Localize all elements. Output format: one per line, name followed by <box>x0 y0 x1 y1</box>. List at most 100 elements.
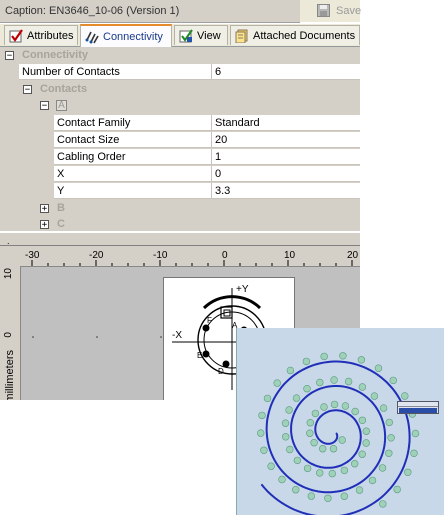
caption-text: Caption: EN3646_10-06 (Version 1) <box>5 5 179 17</box>
spiral-pin <box>341 402 350 410</box>
contact-a-label: A <box>56 100 67 111</box>
spiral-pin <box>311 409 320 418</box>
view-icon <box>179 28 193 42</box>
ruler-vertical: 10 0 millimeters <box>0 266 21 400</box>
contact-group-b[interactable]: + B <box>0 200 360 217</box>
tab-attached-documents-label: Attached Documents <box>253 29 356 42</box>
caption-value: EN3646_10-06 (Version 1) <box>49 5 180 17</box>
spiral-pin <box>350 460 359 468</box>
spiral-pin <box>410 449 418 458</box>
spiral-pin <box>303 464 312 473</box>
pin-label: F <box>207 316 212 325</box>
spiral-pin <box>340 466 349 475</box>
property-value[interactable]: 1 <box>211 149 360 165</box>
spiral-pin <box>263 394 272 403</box>
spiral-pin <box>330 376 338 384</box>
spiral-pin <box>285 406 293 414</box>
property-value[interactable]: 3.3 <box>211 183 360 199</box>
save-icon <box>317 4 330 17</box>
property-name: Cabling Order <box>54 149 211 165</box>
property-value[interactable]: Standard <box>211 115 360 131</box>
property-value[interactable]: 0 <box>211 166 360 182</box>
save-button[interactable]: Save <box>300 0 362 22</box>
spiral-pin <box>291 486 300 494</box>
ruler-tick-label: 0 <box>3 332 14 338</box>
tab-view[interactable]: View <box>174 25 228 45</box>
spiral-pin <box>306 429 314 437</box>
spiral-pin <box>411 429 420 438</box>
spiral-pin <box>358 416 367 425</box>
pin-label: D <box>218 367 224 376</box>
spiral-pin <box>358 383 367 391</box>
splitter-mark: . <box>7 236 10 246</box>
spiral-pin <box>330 400 339 409</box>
spiral-pin <box>351 407 359 416</box>
spiral-pin <box>307 492 316 500</box>
property-name: Contact Size <box>54 132 211 148</box>
property-value[interactable]: 6 <box>211 64 360 80</box>
spiral-pin <box>273 379 281 387</box>
expand-icon[interactable]: + <box>40 220 49 230</box>
category-connectivity[interactable]: − Connectivity <box>0 48 360 65</box>
spiral-pin <box>385 418 394 427</box>
context-popup[interactable] <box>397 401 439 414</box>
spiral-pin <box>385 449 393 458</box>
property-row[interactable]: Contact Size 20 <box>0 132 360 149</box>
save-label: Save <box>336 5 362 17</box>
tab-attributes[interactable]: Attributes <box>4 25 78 45</box>
category-contacts-label: Contacts <box>40 83 88 95</box>
property-row[interactable]: Contact Family Standard <box>0 115 360 132</box>
spiral-pin <box>401 392 409 400</box>
spiral-pin <box>318 444 327 453</box>
spiral-pin <box>339 352 347 360</box>
contact-group-a[interactable]: − A <box>0 98 360 115</box>
splitter[interactable]: . <box>0 232 360 246</box>
spiral-pin <box>358 450 366 458</box>
tab-connectivity[interactable]: Connectivity <box>80 24 172 47</box>
property-row[interactable]: X 0 <box>0 166 360 183</box>
spiral-pin <box>368 476 377 485</box>
property-row[interactable]: Cabling Order 1 <box>0 149 360 166</box>
spiral-pin <box>281 419 290 427</box>
spiral-pin <box>379 500 387 508</box>
spiral-pin <box>310 438 318 447</box>
popup-item[interactable] <box>398 402 438 407</box>
spiral-pin <box>267 462 275 470</box>
checkmark-icon <box>9 28 23 42</box>
tab-view-label: View <box>197 29 221 42</box>
tab-attached-documents[interactable]: Attached Documents <box>230 25 360 45</box>
spiral-layout-window[interactable] <box>236 328 444 515</box>
contact-c-label: C <box>57 218 65 230</box>
spiral-pin <box>306 418 315 427</box>
category-connectivity-label: Connectivity <box>22 49 89 61</box>
property-row[interactable]: Number of Contacts 6 <box>0 64 360 81</box>
tab-connectivity-label: Connectivity <box>103 30 163 43</box>
ruler-unit-label: millimeters <box>4 350 16 400</box>
ruler-tick-label: 10 <box>3 268 14 280</box>
expand-icon[interactable]: + <box>40 204 49 214</box>
spiral-pin <box>303 384 311 393</box>
category-contacts[interactable]: − Contacts <box>0 81 360 98</box>
property-row[interactable]: Y 3.3 <box>0 183 360 200</box>
spiral-pin <box>302 357 311 366</box>
collapse-icon[interactable]: − <box>40 101 49 111</box>
collapse-icon[interactable]: − <box>5 51 14 61</box>
caption-bar: Caption: EN3646_10-06 (Version 1) <box>0 0 300 23</box>
spiral-pin <box>258 411 266 420</box>
spiral-pin <box>257 429 265 437</box>
contact-b-label: B <box>57 202 65 214</box>
spiral-pin <box>316 378 324 387</box>
property-name: Contact Family <box>54 115 211 131</box>
spiral-pin <box>344 377 353 386</box>
property-value[interactable]: 20 <box>211 132 360 148</box>
tab-attributes-label: Attributes <box>27 29 74 42</box>
property-name: Y <box>54 183 211 199</box>
spiral-pin <box>338 436 346 444</box>
axis-minus-x: -X <box>172 330 182 341</box>
spiral-pin <box>389 376 398 385</box>
spiral-pin <box>393 485 401 494</box>
collapse-icon[interactable]: − <box>23 85 32 95</box>
spiral-pin <box>293 456 302 465</box>
popup-item-selected[interactable] <box>399 408 437 413</box>
spiral-pin <box>362 427 371 435</box>
